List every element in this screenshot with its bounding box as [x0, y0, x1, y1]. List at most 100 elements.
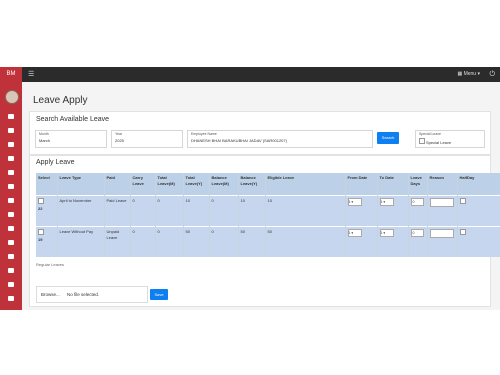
col-header: Eligible Leave [265, 173, 346, 196]
avatar[interactable] [5, 90, 19, 104]
row-id: 22 [38, 206, 43, 211]
sidebar-folder-icon[interactable] [8, 212, 14, 217]
col-header: From Date [345, 173, 378, 196]
row-select-checkbox[interactable] [38, 229, 44, 235]
eligible-leave: 50 [265, 226, 346, 257]
total-leave-y: 50 [183, 226, 210, 257]
sidebar-folder-icon[interactable] [8, 282, 14, 287]
month-select[interactable]: Month March [35, 130, 107, 148]
browse-button[interactable]: Browse... [37, 292, 60, 297]
balance-leave-m: 0 [209, 226, 239, 257]
col-header: Leave Days [408, 173, 428, 196]
sidebar-folder-icon[interactable] [8, 156, 14, 161]
row-select-checkbox[interactable] [38, 198, 44, 204]
apply-leave-card: Apply Leave Select Leave Type Paid Carry… [29, 155, 500, 307]
special-leave-checkbox[interactable]: Special Leave [419, 138, 451, 145]
page-title: Leave Apply [33, 95, 88, 106]
to-date-select[interactable]: 1 ▾ [379, 229, 394, 237]
sidebar-folder-icon[interactable] [8, 170, 14, 175]
col-header: Select [36, 173, 58, 196]
to-date-cell: 1 ▾ [377, 195, 409, 227]
employee-select[interactable]: Employee Name DHANESH BHAI BARAKUBHAI JA… [187, 130, 373, 148]
sidebar-folder-icon[interactable] [8, 114, 14, 119]
col-header: Total Leave(Y) [183, 173, 210, 196]
menu-dropdown[interactable]: ▦ Menu ▾ [457, 67, 480, 82]
balance-leave-y: 10 [238, 195, 266, 227]
reason-input[interactable] [429, 198, 454, 207]
sidebar-folder-icon[interactable] [8, 198, 14, 203]
special-leave-box: Special Leave Special Leave [415, 130, 485, 148]
col-header: Balance Leave(Y) [238, 173, 266, 196]
select-cell: 19 [36, 226, 58, 257]
file-input[interactable]: Browse... No file selected. [36, 286, 148, 303]
sidebar-folder-icon[interactable] [8, 254, 14, 259]
leave-days-cell: 0 [408, 195, 428, 227]
year-label: Year [115, 132, 123, 136]
regular-leaves-label: Regular Leaves [36, 262, 65, 267]
total-leave-m: 0 [155, 195, 184, 227]
carry-leave: 0 [130, 195, 156, 227]
leave-type: April to November [57, 195, 105, 227]
sidebar-folder-icon[interactable] [8, 128, 14, 133]
top-navbar: BM ☰ ▦ Menu ▾ ⏻ [0, 67, 500, 82]
search-card: Search Available Leave Month March Year … [29, 111, 491, 155]
month-label: Month [39, 132, 49, 136]
sidebar-folder-icon[interactable] [8, 240, 14, 245]
col-header: HalfDay [457, 173, 500, 196]
paid-status: Paid Leave [104, 195, 131, 227]
employee-value: DHANESH BHAI BARAKUBHAI JADAV (SAR001207… [191, 138, 287, 143]
year-value: 2025 [115, 138, 124, 143]
year-select[interactable]: Year 2025 [111, 130, 183, 148]
search-card-title: Search Available Leave [36, 116, 110, 123]
total-leave-m: 0 [155, 226, 184, 257]
to-date-select[interactable]: 1 ▾ [379, 198, 394, 206]
leave-days-input[interactable]: 0 [410, 198, 424, 206]
table-row: 19 Leave Without Pay Unpaid Leave 0 0 50… [36, 226, 500, 257]
table-row: 22 April to November Paid Leave 0 0 10 0… [36, 195, 500, 227]
col-header: To Date [377, 173, 409, 196]
employee-label: Employee Name [191, 132, 217, 136]
leave-days-cell: 0 [408, 226, 428, 257]
brand-logo[interactable]: BM [0, 67, 22, 82]
to-date-cell: 1 ▾ [377, 226, 409, 257]
from-date-cell: 1 ▾ [345, 226, 378, 257]
sidebar-folder-icon[interactable] [8, 268, 14, 273]
col-header: Carry Leave [130, 173, 156, 196]
apply-leave-title: Apply Leave [36, 159, 75, 166]
col-header: Total Leave(M) [155, 173, 184, 196]
sidebar [0, 82, 22, 310]
from-date-select[interactable]: 1 ▾ [347, 198, 362, 206]
balance-leave-m: 0 [209, 195, 239, 227]
sidebar-folder-icon[interactable] [8, 142, 14, 147]
halfday-checkbox[interactable] [459, 229, 466, 235]
save-button[interactable]: Save [150, 289, 168, 300]
file-status: No file selected. [67, 292, 100, 297]
to-date-value: 1 [380, 231, 383, 235]
carry-leave: 0 [130, 226, 156, 257]
month-value: March [39, 138, 51, 143]
checkbox-icon[interactable] [419, 138, 425, 144]
sidebar-folder-icon[interactable] [8, 296, 14, 301]
from-date-cell: 1 ▾ [345, 195, 378, 227]
leave-days-input[interactable]: 0 [410, 229, 424, 237]
reason-input[interactable] [429, 229, 454, 238]
sidebar-folder-icon[interactable] [8, 226, 14, 231]
col-header: Reason [427, 173, 458, 196]
paid-status: Unpaid Leave [104, 226, 131, 257]
eligible-leave: 10 [265, 195, 346, 227]
leave-table: Select Leave Type Paid Carry Leave Total… [36, 173, 500, 257]
leave-type: Leave Without Pay [57, 226, 105, 257]
menu-label: Menu [463, 71, 477, 77]
search-button[interactable]: Search [377, 132, 399, 144]
from-date-value: 1 [348, 231, 351, 235]
reason-cell [427, 226, 458, 257]
select-cell: 22 [36, 195, 58, 227]
col-header: Paid [104, 173, 131, 196]
special-leave-checkbox-label: Special Leave [426, 140, 452, 145]
hamburger-menu-icon[interactable]: ☰ [28, 67, 34, 82]
total-leave-y: 10 [183, 195, 210, 227]
sidebar-folder-icon[interactable] [8, 184, 14, 189]
from-date-select[interactable]: 1 ▾ [347, 229, 362, 237]
power-icon[interactable]: ⏻ [489, 67, 495, 82]
halfday-checkbox[interactable] [459, 198, 466, 204]
